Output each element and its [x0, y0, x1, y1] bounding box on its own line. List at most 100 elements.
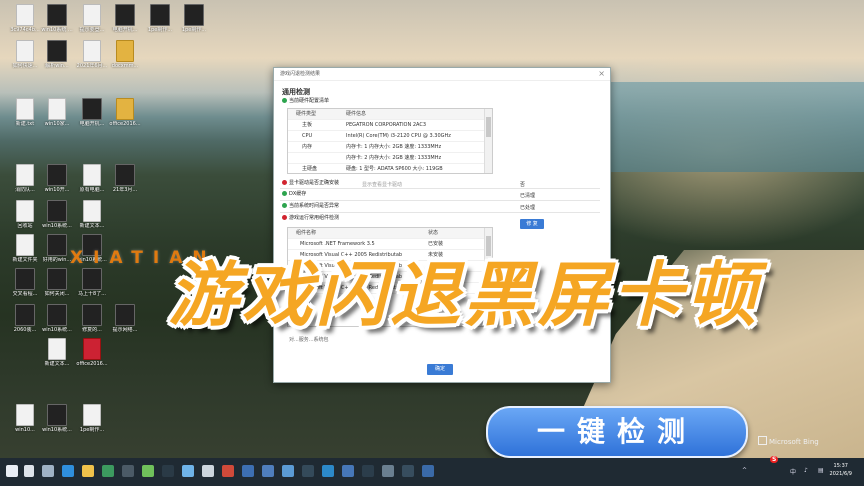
app-icon[interactable]	[222, 465, 234, 477]
video-file-icon	[47, 268, 67, 290]
table-row: 主板 PEGATRON CORPORATION 2AC3	[288, 120, 484, 131]
document-file-icon	[16, 234, 34, 256]
section-heading: 通用检测	[282, 88, 310, 96]
video-file-icon	[15, 304, 35, 326]
video-file-icon	[47, 304, 67, 326]
dialog-titlebar[interactable]: 游戏闪退检测结果 ×	[274, 68, 610, 81]
desktop-icon[interactable]: 马上十8了...	[70, 268, 114, 308]
document-file-icon	[16, 40, 34, 62]
video-file-icon	[47, 40, 67, 62]
system-time-result: 已处理	[520, 205, 536, 211]
app-icon[interactable]	[402, 465, 414, 477]
app-icon[interactable]	[422, 465, 434, 477]
error-icon	[282, 215, 287, 220]
document-file-icon	[16, 164, 34, 186]
app-icon[interactable]	[122, 465, 134, 477]
table-row: 内存卡: 2 内存大小: 2GB 速度: 1333MHz	[288, 153, 484, 164]
app-icon[interactable]	[322, 465, 334, 477]
desktop-icon-label: docxmm...	[111, 63, 139, 69]
network-icon[interactable]: ▤	[818, 467, 824, 474]
dialog-title: 游戏闪退检测结果	[280, 71, 321, 77]
app-icon[interactable]	[182, 465, 194, 477]
video-file-icon	[47, 164, 67, 186]
check-components: 游戏运行常用组件检测	[282, 215, 339, 222]
video-file-icon	[184, 4, 204, 26]
check-system-time: 当前系统时间是否异常	[282, 203, 339, 210]
document-file-icon	[83, 40, 101, 62]
desktop-icon-label: 马上十8了...	[78, 291, 106, 297]
close-icon[interactable]: ×	[598, 68, 605, 80]
ime-toolbar[interactable]: S	[770, 456, 779, 463]
app-icon[interactable]	[102, 465, 114, 477]
video-file-icon	[115, 4, 135, 26]
ime-indicator[interactable]: 中	[790, 467, 796, 476]
word-icon[interactable]	[242, 465, 254, 477]
taskbar: ^ 中 ♪ ▤ 15:37 2021/6/9	[0, 458, 864, 486]
desktop-icon-label: 1pe制作...	[181, 27, 207, 33]
video-file-icon	[82, 268, 102, 290]
edge-icon[interactable]	[62, 465, 74, 477]
ok-icon	[282, 191, 287, 196]
error-icon	[282, 180, 287, 185]
bing-logo-icon	[758, 436, 767, 445]
document-file-icon	[16, 98, 34, 120]
desktop-icon-label: office2016...	[76, 361, 108, 367]
document-file-icon	[16, 200, 34, 222]
desktop-icon[interactable]: 21年3月...	[103, 164, 147, 204]
check-gpu-driver: 显卡驱动是否正确安装	[282, 180, 339, 187]
app-icon[interactable]	[362, 465, 374, 477]
app-icon[interactable]	[382, 465, 394, 477]
video-file-icon	[47, 404, 67, 426]
desktop-icon-label: office2016...	[109, 121, 141, 127]
dx-cache-result: 已清理	[520, 193, 536, 199]
explorer-icon[interactable]	[82, 465, 94, 477]
desktop-icon-label: 提示网络...	[112, 327, 138, 333]
app-icon[interactable]	[202, 465, 214, 477]
document-file-icon	[83, 200, 101, 222]
ok-button[interactable]: 确定	[427, 364, 453, 375]
document-file-icon	[83, 4, 101, 26]
document-file-icon	[83, 338, 101, 360]
desktop-icon-label: 新建文本...	[79, 223, 105, 229]
video-file-icon	[15, 268, 35, 290]
app-icon[interactable]	[282, 465, 294, 477]
desktop-icon[interactable]: docxmm...	[103, 40, 147, 80]
fix-button[interactable]: 修 复	[520, 219, 544, 229]
system-clock[interactable]: 15:37 2021/6/9	[830, 462, 852, 478]
scrollbar-thumb[interactable]	[486, 117, 491, 137]
table-row: CPU Intel(R) Core(TM) i3-2120 CPU @ 3.30…	[288, 131, 484, 142]
desktop-icon[interactable]: 1pe制作...	[70, 404, 114, 444]
video-file-icon	[82, 98, 102, 120]
desktop-icon-label: 1pe制作...	[79, 427, 105, 433]
document-file-icon	[116, 98, 134, 120]
app-icon[interactable]	[342, 465, 354, 477]
app-icon[interactable]	[142, 465, 154, 477]
video-file-icon	[47, 234, 67, 256]
desktop-icon[interactable]: office2016...	[70, 338, 114, 378]
check-hardware: 当前硬件配置清单	[282, 98, 329, 105]
document-file-icon	[16, 404, 34, 426]
app-icon[interactable]	[162, 465, 174, 477]
desktop-icon[interactable]: office2016...	[103, 98, 147, 138]
one-click-detect-banner: 一键检测	[486, 406, 748, 458]
app-icon[interactable]	[262, 465, 274, 477]
divider	[280, 200, 600, 201]
document-file-icon	[83, 404, 101, 426]
app-icon[interactable]	[302, 465, 314, 477]
ok-icon	[282, 98, 287, 103]
start-icon[interactable]	[6, 465, 18, 477]
desktop-icon[interactable]: 1pe制作...	[172, 4, 216, 44]
document-file-icon	[48, 338, 66, 360]
wallpaper-sea	[600, 82, 864, 172]
volume-icon[interactable]: ♪	[804, 467, 808, 474]
search-icon[interactable]	[24, 465, 34, 477]
video-file-icon	[115, 304, 135, 326]
desktop-icon-label: 21年3月...	[112, 187, 138, 193]
video-file-icon	[47, 200, 67, 222]
scrollbar[interactable]	[484, 109, 492, 173]
task-view-icon[interactable]	[42, 465, 54, 477]
tray-chevron-icon[interactable]: ^	[742, 467, 747, 474]
document-file-icon	[16, 4, 34, 26]
gpu-driver-hint[interactable]: 显示查看显卡驱动	[362, 181, 402, 188]
hardware-table: 硬件类型 硬件信息 主板 PEGATRON CORPORATION 2AC3 C…	[287, 108, 493, 174]
